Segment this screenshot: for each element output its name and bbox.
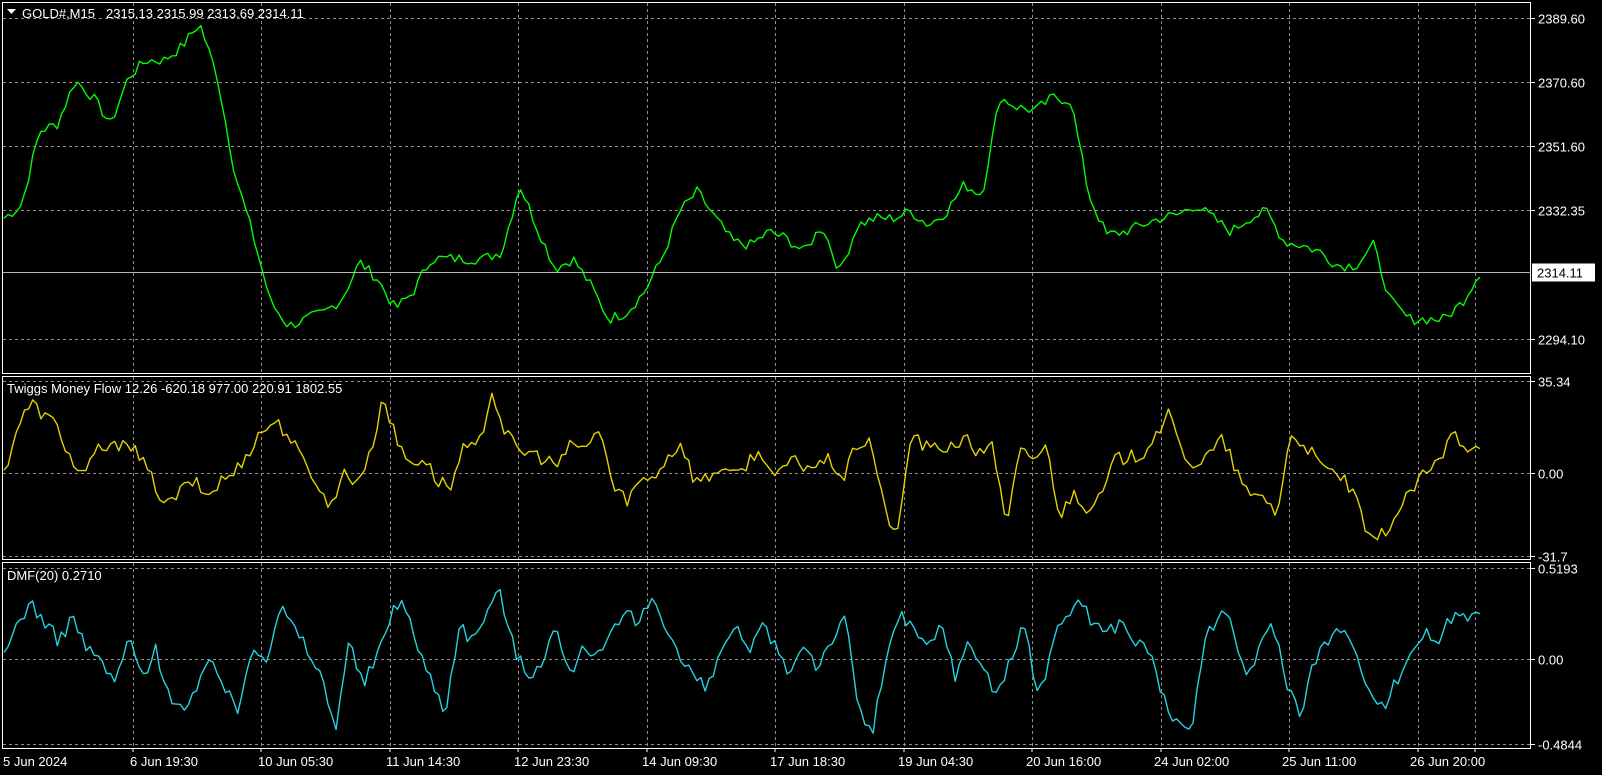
y-tick-label: 2351.60 [1538,140,1585,155]
y-tick-label: 0.00 [1538,653,1563,668]
price-panel-frame [2,2,1531,374]
tmf-line [3,392,1481,541]
time-label: 17 Jun 18:30 [770,754,845,769]
time-label: 20 Jun 16:00 [1026,754,1101,769]
current-price-label: 2314.11 [1537,266,1583,281]
time-axis: 5 Jun 2024 6 Jun 19:30 10 Jun 05:30 11 Jun … [3,748,1485,769]
dmf-panel-frame [2,562,1531,749]
time-label: 11 Jun 14:30 [386,754,460,769]
time-label: 6 Jun 19:30 [130,754,198,769]
time-label: 5 Jun 2024 [3,754,67,769]
time-label: 10 Jun 05:30 [258,754,333,769]
time-label: 25 Jun 11:00 [1282,754,1356,769]
y-tick-label: 2389.60 [1538,12,1585,27]
price-line [3,24,1481,329]
y-tick-label: 0.00 [1538,467,1563,482]
symbol-title: GOLD#,M15 [22,6,95,21]
tmf-panel-frame [2,376,1531,560]
y-tick-label: 2370.60 [1538,76,1585,91]
grid-lines [3,3,1530,748]
y-tick-label: 0.5193 [1538,562,1578,577]
time-label: 24 Jun 02:00 [1154,754,1229,769]
price-panel-title[interactable]: GOLD#,M15 2315.13 2315.99 2313.69 2314.1… [7,6,304,21]
y-tick-label: 2332.35 [1538,204,1585,219]
dmf-indicator-title: DMF(20) 0.2710 [7,568,102,583]
time-label: 14 Jun 09:30 [642,754,717,769]
price-scales: 2389.60 2370.60 2351.60 2332.35 2294.10 2314.… [1530,12,1595,753]
y-tick-label: -0.4844 [1538,738,1582,753]
y-tick-label: 35.34 [1538,375,1571,390]
dropdown-triangle-icon[interactable] [7,9,16,14]
time-label: 19 Jun 04:30 [898,754,973,769]
time-label: 26 Jun 20:00 [1410,754,1485,769]
dmf-line [3,588,1481,734]
symbol-ohlc: 2315.13 2315.99 2313.69 2314.11 [106,6,304,21]
trading-chart[interactable]: 2389.60 2370.60 2351.60 2332.35 2294.10 2314.… [0,0,1602,775]
tmf-indicator-title: Twiggs Money Flow 12.26 -620.18 977.00 2… [7,381,342,396]
series-layer [3,24,1530,734]
time-label: 12 Jun 23:30 [514,754,589,769]
y-tick-label: 2294.10 [1538,333,1585,348]
